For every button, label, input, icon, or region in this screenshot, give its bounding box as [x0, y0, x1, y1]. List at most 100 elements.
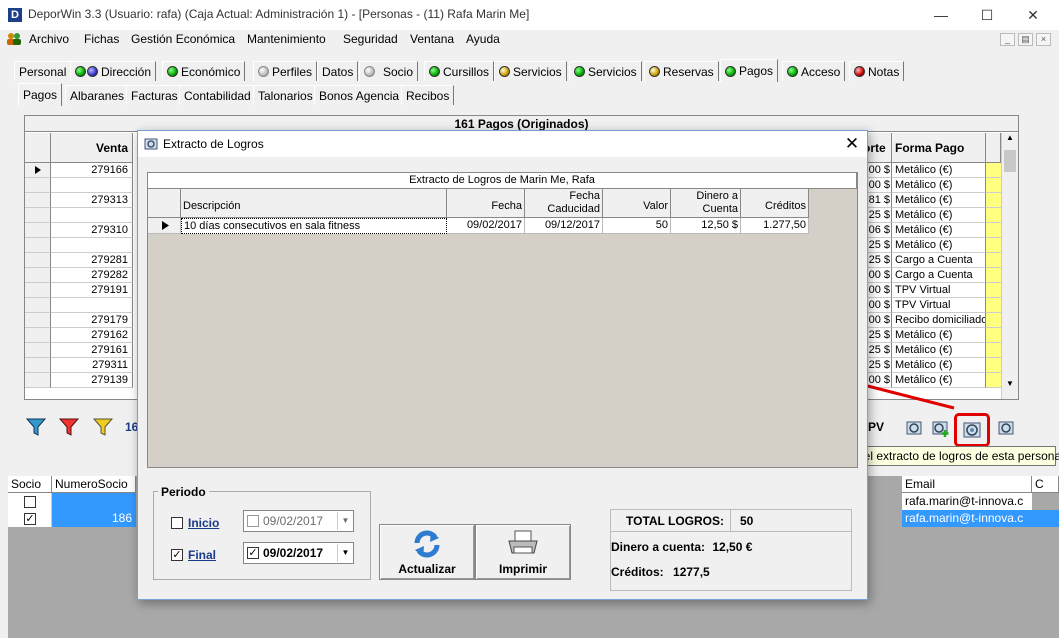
- dialog-close-button[interactable]: ✕: [838, 132, 866, 156]
- row-indicator[interactable]: [25, 298, 51, 313]
- logro-valor-cell[interactable]: 50: [603, 218, 671, 234]
- row-indicator[interactable]: [25, 373, 51, 388]
- venta-cell[interactable]: 279313: [51, 193, 133, 208]
- forma-pago-cell[interactable]: Metálico (€): [892, 358, 986, 373]
- email-cell[interactable]: rafa.marin@t-innova.c: [902, 493, 1032, 510]
- venta-cell[interactable]: [51, 238, 133, 253]
- forma-pago-cell[interactable]: Metálico (€): [892, 193, 986, 208]
- forma-pago-cell[interactable]: Metálico (€): [892, 178, 986, 193]
- row-indicator[interactable]: [25, 223, 51, 238]
- forma-pago-cell[interactable]: Metálico (€): [892, 238, 986, 253]
- col-fecha-header[interactable]: Fecha: [447, 189, 525, 218]
- table-row-cell[interactable]: [1032, 510, 1059, 527]
- minimize-button[interactable]: —: [918, 0, 964, 30]
- forma-pago-cell[interactable]: Metálico (€): [892, 223, 986, 238]
- forma-pago-cell[interactable]: Metálico (€): [892, 343, 986, 358]
- close-button[interactable]: ✕: [1010, 0, 1056, 30]
- col-dinero-header[interactable]: Dinero a Cuenta: [671, 189, 741, 218]
- filter-red-icon[interactable]: [58, 417, 80, 437]
- forma-pago-cell[interactable]: Metálico (€): [892, 208, 986, 223]
- tab-socio[interactable]: Socio: [359, 61, 419, 81]
- scroll-up-icon[interactable]: ▲: [1004, 133, 1016, 145]
- tab-reservas[interactable]: Reservas: [644, 61, 719, 81]
- venta-cell[interactable]: 279166: [51, 163, 133, 178]
- pagos-scrollbar[interactable]: ▲ ▼: [1001, 133, 1018, 399]
- row-indicator[interactable]: [25, 268, 51, 283]
- tab-acceso[interactable]: Acceso: [782, 61, 846, 81]
- row-indicator[interactable]: [25, 283, 51, 298]
- row-indicator[interactable]: [25, 358, 51, 373]
- tab-economico[interactable]: Económico: [162, 61, 246, 81]
- forma-pago-cell[interactable]: Metálico (€): [892, 163, 986, 178]
- inicio-date-picker[interactable]: 09/02/2017 ▼: [243, 510, 354, 532]
- row-indicator[interactable]: [148, 218, 181, 234]
- table-row-cell[interactable]: [52, 493, 136, 510]
- subtab-pagos[interactable]: Pagos: [18, 83, 63, 106]
- venta-cell[interactable]: 279139: [51, 373, 133, 388]
- socio-checkbox[interactable]: [24, 496, 36, 508]
- inicio-date-checkbox[interactable]: [247, 515, 259, 527]
- menu-ventana[interactable]: Ventana: [410, 32, 454, 46]
- row-indicator[interactable]: [25, 163, 51, 178]
- add-person-icon[interactable]: [931, 418, 951, 438]
- col-numero-socio-header[interactable]: NumeroSocio: [52, 476, 136, 493]
- final-date-picker[interactable]: ✓ 09/02/2017 ▼: [243, 542, 354, 564]
- venta-cell[interactable]: 279281: [51, 253, 133, 268]
- extracto-logros-button[interactable]: [962, 419, 984, 441]
- subtab-facturas[interactable]: Facturas: [126, 85, 183, 105]
- subtab-bonos-agencia[interactable]: Bonos Agencia: [314, 85, 405, 105]
- tab-servicios-2[interactable]: Servicios: [569, 61, 642, 81]
- col-email-header[interactable]: Email: [902, 476, 1032, 493]
- tab-servicios-1[interactable]: Servicios: [494, 61, 567, 81]
- menu-gestion-economica[interactable]: Gestión Económica: [131, 32, 235, 46]
- tab-datos[interactable]: Datos: [317, 61, 359, 81]
- venta-cell[interactable]: 279179: [51, 313, 133, 328]
- row-indicator[interactable]: [25, 328, 51, 343]
- venta-cell[interactable]: [51, 298, 133, 313]
- venta-cell[interactable]: 279161: [51, 343, 133, 358]
- search-extra-icon[interactable]: [997, 418, 1017, 438]
- imprimir-button[interactable]: Imprimir: [475, 524, 571, 580]
- menu-fichas[interactable]: Fichas: [84, 32, 119, 46]
- forma-pago-cell[interactable]: TPV Virtual: [892, 283, 986, 298]
- filter-yellow-icon[interactable]: [92, 417, 114, 437]
- venta-cell[interactable]: [51, 178, 133, 193]
- tab-perfiles[interactable]: Perfiles: [253, 61, 318, 81]
- chevron-down-icon[interactable]: ▼: [337, 544, 353, 562]
- venta-cell[interactable]: 279191: [51, 283, 133, 298]
- menu-archivo[interactable]: Archivo: [29, 32, 69, 46]
- logro-dinero-cell[interactable]: 12,50 $: [671, 218, 741, 234]
- subtab-talonarios[interactable]: Talonarios: [253, 85, 318, 105]
- row-indicator[interactable]: [25, 178, 51, 193]
- email-cell[interactable]: rafa.marin@t-innova.c: [902, 510, 1032, 527]
- subtab-contabilidad[interactable]: Contabilidad: [179, 85, 256, 105]
- venta-cell[interactable]: 279311: [51, 358, 133, 373]
- actualizar-button[interactable]: Actualizar: [379, 524, 475, 580]
- maximize-button[interactable]: ☐: [964, 0, 1010, 30]
- mdi-minimize-button[interactable]: _: [1000, 33, 1015, 46]
- col-fecha-caducidad-header[interactable]: Fecha Caducidad: [525, 189, 603, 218]
- col-forma-pago-header[interactable]: Forma Pago: [892, 133, 986, 163]
- filter-blue-icon[interactable]: [25, 417, 47, 437]
- forma-pago-cell[interactable]: Recibo domiciliado: [892, 313, 986, 328]
- subtab-recibos[interactable]: Recibos: [401, 85, 455, 105]
- tab-cursillos[interactable]: Cursillos: [424, 61, 495, 81]
- table-row-cell[interactable]: ✓: [8, 510, 52, 527]
- logro-creditos-cell[interactable]: 1.277,50: [741, 218, 809, 234]
- row-indicator[interactable]: [25, 208, 51, 223]
- col-valor-header[interactable]: Valor: [603, 189, 671, 218]
- scroll-thumb[interactable]: [1004, 150, 1016, 172]
- logro-descripcion-cell[interactable]: 10 días consecutivos en sala fitness: [181, 218, 447, 234]
- final-date-checkbox[interactable]: ✓: [247, 547, 259, 559]
- forma-pago-cell[interactable]: Cargo a Cuenta: [892, 253, 986, 268]
- forma-pago-cell[interactable]: Cargo a Cuenta: [892, 268, 986, 283]
- tab-direccion[interactable]: Dirección: [70, 61, 157, 81]
- forma-pago-cell[interactable]: Metálico (€): [892, 328, 986, 343]
- row-indicator[interactable]: [25, 253, 51, 268]
- scroll-down-icon[interactable]: ▼: [1004, 379, 1016, 391]
- col-descripcion-header[interactable]: Descripción: [181, 189, 447, 218]
- logro-fecha-caducidad-cell[interactable]: 09/12/2017: [525, 218, 603, 234]
- socio-checkbox[interactable]: ✓: [24, 513, 36, 525]
- menu-seguridad[interactable]: Seguridad: [343, 32, 398, 46]
- inicio-checkbox[interactable]: [171, 517, 183, 529]
